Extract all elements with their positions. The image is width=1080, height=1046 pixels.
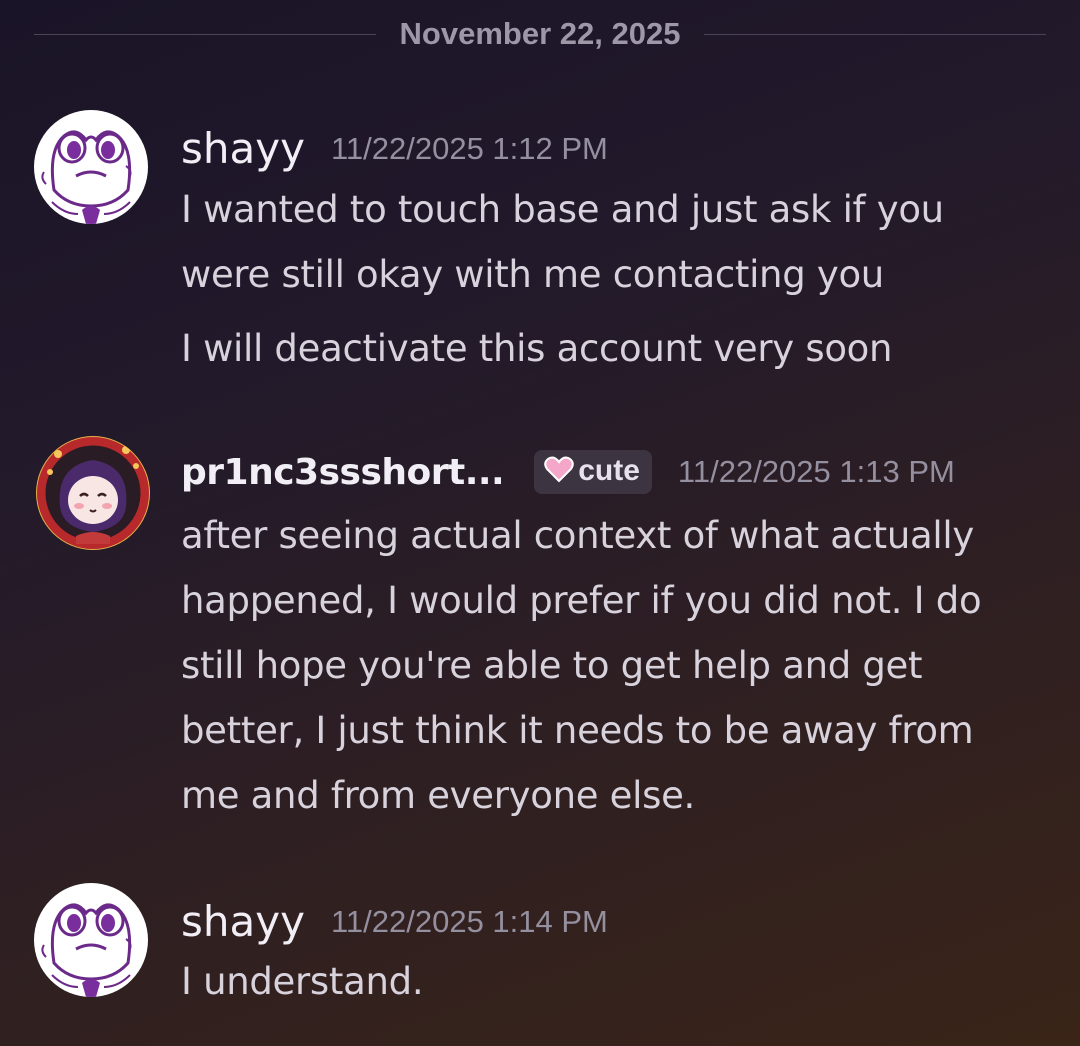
message-header: shayy 11/22/2025 1:14 PM: [181, 897, 608, 946]
message-header: pr1nc3ssshort... cute 11/22/2025 1:13 PM: [181, 450, 955, 494]
divider-line-left: [34, 33, 376, 35]
hooded-girl-avatar-icon: [36, 436, 150, 550]
username[interactable]: shayy: [181, 124, 305, 173]
pink-heart-icon: [544, 455, 574, 487]
username[interactable]: shayy: [181, 897, 305, 946]
message-text: happened, I would prefer if you did not.…: [181, 579, 982, 622]
server-tag[interactable]: cute: [534, 450, 652, 494]
timestamp: 11/22/2025 1:12 PM: [330, 130, 608, 166]
message-text: I wanted to touch base and just ask if y…: [181, 188, 944, 231]
user-avatar[interactable]: [34, 110, 148, 224]
date-divider-text: November 22, 2025: [399, 16, 681, 51]
frog-avatar-icon: [34, 110, 148, 224]
message-text: after seeing actual context of what actu…: [181, 514, 974, 557]
username[interactable]: pr1nc3ssshort...: [181, 452, 505, 493]
timestamp: 11/22/2025 1:14 PM: [330, 903, 608, 939]
message-text: better, I just think it needs to be away…: [181, 709, 974, 752]
message-header: shayy 11/22/2025 1:12 PM: [181, 124, 608, 173]
timestamp: 11/22/2025 1:13 PM: [677, 454, 955, 489]
user-avatar[interactable]: [36, 436, 150, 550]
divider-line-right: [704, 33, 1046, 35]
frog-avatar-icon: [34, 883, 148, 997]
message-text: I understand.: [181, 960, 424, 1003]
date-divider: November 22, 2025: [34, 12, 1046, 56]
message-text: me and from everyone else.: [181, 774, 695, 817]
server-tag-label: cute: [578, 454, 640, 487]
message-text: were still okay with me contacting you: [181, 253, 884, 296]
message-text: still hope you're able to get help and g…: [181, 644, 923, 687]
user-avatar[interactable]: [34, 883, 148, 997]
message-text: I will deactivate this account very soon: [181, 327, 893, 370]
